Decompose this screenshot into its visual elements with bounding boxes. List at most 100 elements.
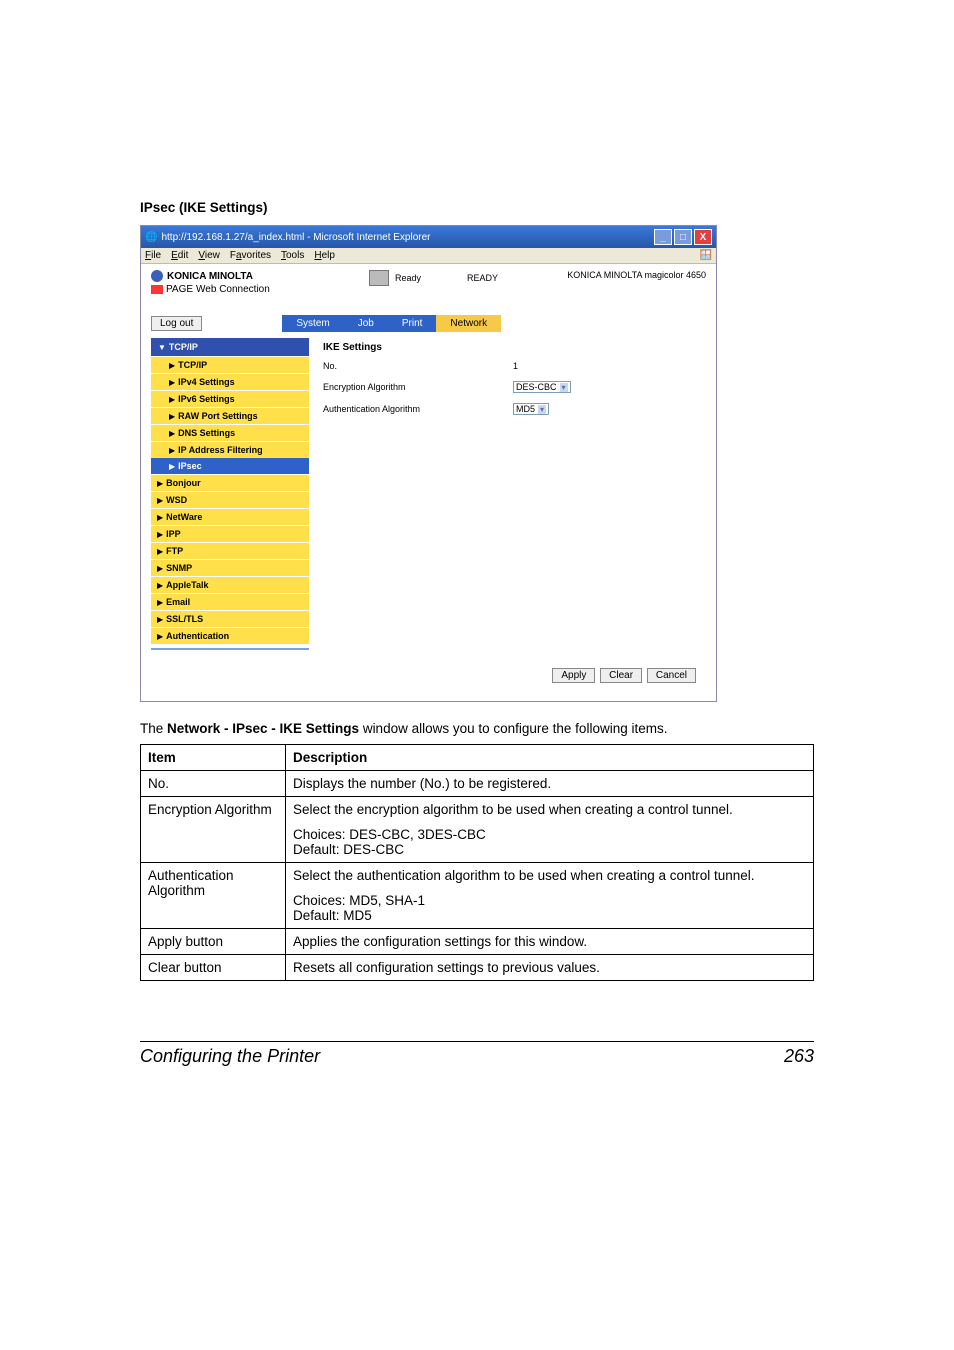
chevron-down-icon: ▼ [158, 343, 166, 352]
menu-favorites[interactable]: Favorites [230, 250, 271, 261]
sidebar-item-ssltls[interactable]: ▶SSL/TLS [151, 610, 309, 627]
nav-label: IPP [166, 529, 181, 539]
table-row: Encryption AlgorithmSelect the encryptio… [141, 797, 814, 863]
triangle-icon: ▶ [169, 446, 175, 455]
brand-label: KONICA MINOLTA [167, 271, 253, 282]
sidebar-item-dns[interactable]: ▶DNS Settings [151, 424, 309, 441]
label-auth: Authentication Algorithm [323, 404, 513, 414]
nav-label: DNS Settings [178, 428, 235, 438]
sidebar-item-auth[interactable]: ▶Authentication [151, 627, 309, 644]
cell-desc: Applies the configuration settings for t… [286, 929, 814, 955]
sidebar-item-tcpip[interactable]: ▶TCP/IP [151, 356, 309, 373]
th-desc: Description [286, 745, 814, 771]
intro-text: The Network - IPsec - IKE Settings windo… [140, 720, 814, 738]
status-ready-label: Ready [395, 273, 421, 283]
tab-job[interactable]: Job [344, 315, 388, 332]
triangle-icon: ▶ [157, 598, 163, 607]
cell-desc: Resets all configuration settings to pre… [286, 955, 814, 981]
row-no: No. 1 [323, 361, 706, 371]
sidebar-item-ipfilter[interactable]: ▶IP Address Filtering [151, 441, 309, 458]
tab-system[interactable]: System [282, 315, 343, 332]
menubar: File Edit View Favorites Tools Help 🪟 [141, 248, 716, 264]
sidebar-item-ipsec[interactable]: ▶IPsec [151, 458, 309, 474]
table-row: No.Displays the number (No.) to be regis… [141, 771, 814, 797]
clear-button[interactable]: Clear [600, 668, 642, 683]
nav-label: WSD [166, 495, 187, 505]
dropdown-icon: ▾ [560, 383, 568, 392]
triangle-icon: ▶ [157, 632, 163, 641]
sidebar-item-wsd[interactable]: ▶WSD [151, 491, 309, 508]
select-value: DES-CBC [516, 382, 557, 392]
triangle-icon: ▶ [169, 412, 175, 421]
close-button[interactable]: X [694, 229, 712, 245]
cell-desc: Select the encryption algorithm to be us… [286, 797, 814, 863]
sidebar-item-snmp[interactable]: ▶SNMP [151, 559, 309, 576]
sidebar-item-appletalk[interactable]: ▶AppleTalk [151, 576, 309, 593]
sidebar-item-netware[interactable]: ▶NetWare [151, 508, 309, 525]
table-row: Clear buttonResets all configuration set… [141, 955, 814, 981]
model-label: KONICA MINOLTA magicolor 4650 [567, 270, 706, 280]
maximize-button[interactable]: □ [674, 229, 692, 245]
nav-label: SNMP [166, 563, 192, 573]
window-title: http://192.168.1.27/a_index.html - Micro… [161, 232, 430, 243]
menu-tools[interactable]: Tools [281, 250, 304, 261]
nav-label: IPsec [178, 461, 202, 471]
cell-item: Apply button [141, 929, 286, 955]
label-no: No. [323, 361, 513, 371]
sidebar-item-ftp[interactable]: ▶FTP [151, 542, 309, 559]
triangle-icon: ▶ [157, 615, 163, 624]
nav-label: AppleTalk [166, 580, 208, 590]
select-value: MD5 [516, 404, 535, 414]
subbrand-label: PAGE [166, 284, 193, 295]
nav-label: IP Address Filtering [178, 445, 263, 455]
select-auth[interactable]: MD5 ▾ [513, 403, 549, 415]
menu-view[interactable]: View [198, 250, 220, 261]
nav-label: SSL/TLS [166, 614, 203, 624]
cell-item: Encryption Algorithm [141, 797, 286, 863]
triangle-icon: ▶ [157, 547, 163, 556]
cancel-button[interactable]: Cancel [647, 668, 696, 683]
description-table: Item Description No.Displays the number … [140, 744, 814, 981]
nav-label: TCP/IP [178, 360, 207, 370]
nav-label: IPv4 Settings [178, 377, 235, 387]
menu-edit[interactable]: Edit [171, 250, 188, 261]
triangle-icon: ▶ [169, 378, 175, 387]
label-encrypt: Encryption Algorithm [323, 382, 513, 392]
menu-help[interactable]: Help [314, 250, 335, 261]
minimize-button[interactable]: _ [654, 229, 672, 245]
tab-network[interactable]: Network [436, 315, 501, 332]
triangle-icon: ▶ [157, 564, 163, 573]
sidebar-top-label: TCP/IP [169, 342, 198, 352]
ie-icon: 🌐 [145, 232, 157, 243]
panel-heading: IKE Settings [323, 342, 706, 353]
triangle-icon: ▶ [169, 361, 175, 370]
select-encrypt[interactable]: DES-CBC ▾ [513, 381, 571, 393]
footer-left: Configuring the Printer [140, 1046, 320, 1067]
row-encrypt: Encryption Algorithm DES-CBC ▾ [323, 381, 706, 393]
sidebar-item-bonjour[interactable]: ▶Bonjour [151, 474, 309, 491]
logout-button[interactable]: Log out [151, 316, 202, 331]
apply-button[interactable]: Apply [552, 668, 595, 683]
nav-label: Bonjour [166, 478, 201, 488]
sidebar-item-email[interactable]: ▶Email [151, 593, 309, 610]
tab-print[interactable]: Print [388, 315, 437, 332]
sidebar-item-ipv6[interactable]: ▶IPv6 Settings [151, 390, 309, 407]
row-auth: Authentication Algorithm MD5 ▾ [323, 403, 706, 415]
triangle-icon: ▶ [157, 479, 163, 488]
triangle-icon: ▶ [169, 429, 175, 438]
menu-file[interactable]: File [145, 250, 161, 261]
sidebar: ▼TCP/IP ▶TCP/IP ▶IPv4 Settings ▶IPv6 Set… [151, 338, 309, 650]
triangle-icon: ▶ [169, 462, 175, 471]
sidebar-item-rawport[interactable]: ▶RAW Port Settings [151, 407, 309, 424]
nav-label: Authentication [166, 631, 229, 641]
sidebar-item-ipv4[interactable]: ▶IPv4 Settings [151, 373, 309, 390]
sidebar-group-tcpip[interactable]: ▼TCP/IP [151, 338, 309, 356]
triangle-icon: ▶ [157, 530, 163, 539]
nav-label: IPv6 Settings [178, 394, 235, 404]
sidebar-item-ipp[interactable]: ▶IPP [151, 525, 309, 542]
table-row: Authentication AlgorithmSelect the authe… [141, 863, 814, 929]
triangle-icon: ▶ [169, 395, 175, 404]
value-no: 1 [513, 361, 518, 371]
ie-window: 🌐 http://192.168.1.27/a_index.html - Mic… [140, 225, 717, 702]
cell-item: Authentication Algorithm [141, 863, 286, 929]
